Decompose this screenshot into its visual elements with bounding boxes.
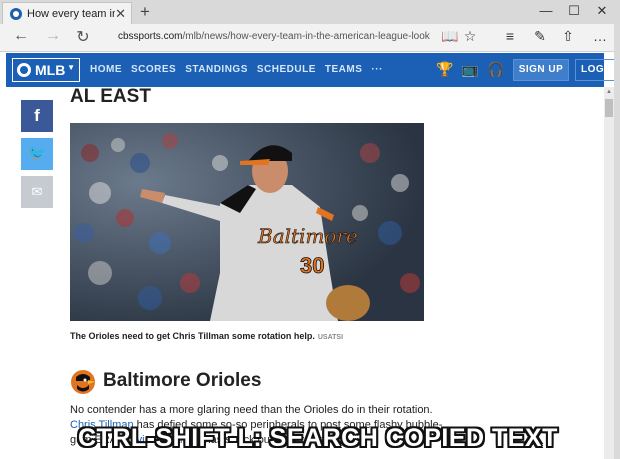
site-header: MLB ▼ HOME SCORES STANDINGS SCHEDULE TEA… bbox=[6, 53, 615, 87]
minimize-button[interactable]: — bbox=[536, 3, 556, 18]
caption-text: The Orioles need to get Chris Tillman so… bbox=[70, 331, 315, 341]
cbs-mlb-logo[interactable]: MLB ▼ bbox=[12, 58, 80, 82]
tv-icon[interactable]: 📺 bbox=[461, 61, 479, 78]
article-photo: Baltimore 30 bbox=[70, 123, 424, 321]
browser-toolbar: ← → ↻ cbssports.com/mlb/news/how-every-t… bbox=[0, 24, 620, 52]
site-nav: HOME SCORES STANDINGS SCHEDULE TEAMS ··· bbox=[90, 64, 392, 75]
team-heading: Baltimore Orioles bbox=[103, 370, 262, 391]
address-bar[interactable]: cbssports.com/mlb/news/how-every-team-in… bbox=[118, 31, 430, 42]
browser-tab[interactable]: How every team in the A ✕ bbox=[2, 2, 132, 24]
nav-home[interactable]: HOME bbox=[90, 64, 122, 75]
orioles-bird-icon bbox=[70, 369, 96, 395]
scroll-up-icon[interactable]: ▲ bbox=[604, 89, 614, 95]
sign-up-button[interactable]: SIGN UP bbox=[513, 59, 569, 81]
scroll-thumb[interactable] bbox=[605, 99, 613, 117]
twitter-share-button[interactable]: 🐦 bbox=[21, 138, 53, 170]
back-button[interactable]: ← bbox=[10, 27, 32, 45]
page-scrollbar[interactable]: ▲ bbox=[604, 87, 614, 459]
nav-schedule[interactable]: SCHEDULE bbox=[257, 64, 316, 75]
shortcut-overlay-text: CTRL-SHIFT-L: SEARCH COPIED TEXT bbox=[78, 424, 558, 452]
log-in-button[interactable]: LOG bbox=[575, 59, 615, 81]
more-icon[interactable]: … bbox=[590, 28, 610, 44]
forward-button[interactable]: → bbox=[42, 27, 64, 45]
favorite-star-icon[interactable]: ☆ bbox=[460, 28, 480, 45]
nav-more[interactable]: ··· bbox=[371, 64, 383, 75]
caption-credit: USATSI bbox=[317, 334, 344, 341]
hub-icon[interactable]: ≡ bbox=[500, 28, 520, 44]
photo-caption: The Orioles need to get Chris Tillman so… bbox=[70, 331, 343, 341]
email-share-button[interactable]: ✉ bbox=[21, 176, 53, 208]
cbs-favicon-icon bbox=[10, 8, 22, 20]
chevron-down-icon: ▼ bbox=[67, 63, 75, 72]
close-window-button[interactable]: ✕ bbox=[592, 3, 612, 19]
logo-text: MLB bbox=[35, 62, 66, 78]
section-title: AL EAST bbox=[70, 87, 151, 107]
jersey-text: Baltimore bbox=[257, 224, 358, 248]
maximize-button[interactable]: ☐ bbox=[564, 3, 584, 19]
window-frame-edge bbox=[614, 24, 620, 459]
reading-view-icon[interactable]: 📖 bbox=[440, 28, 460, 45]
close-tab-icon[interactable]: ✕ bbox=[115, 6, 126, 22]
url-path: /mlb/news/how-every-team-in-the-american… bbox=[182, 31, 430, 42]
refresh-button[interactable]: ↻ bbox=[72, 27, 94, 47]
tab-title: How every team in the A bbox=[27, 8, 115, 20]
article-content: f 🐦 ✉ AL EAST Baltimore 30 The Orioles n… bbox=[6, 87, 604, 459]
facebook-share-button[interactable]: f bbox=[21, 100, 53, 132]
nav-scores[interactable]: SCORES bbox=[131, 64, 176, 75]
title-bar: How every team in the A ✕ + — ☐ ✕ bbox=[0, 0, 620, 24]
url-host: cbssports.com bbox=[118, 31, 183, 42]
cbs-eye-icon bbox=[17, 63, 31, 77]
new-tab-button[interactable]: + bbox=[140, 2, 150, 22]
nav-teams[interactable]: TEAMS bbox=[325, 64, 363, 75]
share-icon[interactable]: ⇧ bbox=[558, 28, 578, 45]
jersey-number: 30 bbox=[300, 253, 324, 278]
web-note-icon[interactable]: ✎ bbox=[530, 28, 550, 45]
trophy-icon[interactable]: 🏆 bbox=[436, 61, 454, 78]
headphones-icon[interactable]: 🎧 bbox=[487, 61, 505, 78]
body-line-1: No contender has a more glaring need tha… bbox=[70, 404, 433, 416]
nav-standings[interactable]: STANDINGS bbox=[185, 64, 248, 75]
